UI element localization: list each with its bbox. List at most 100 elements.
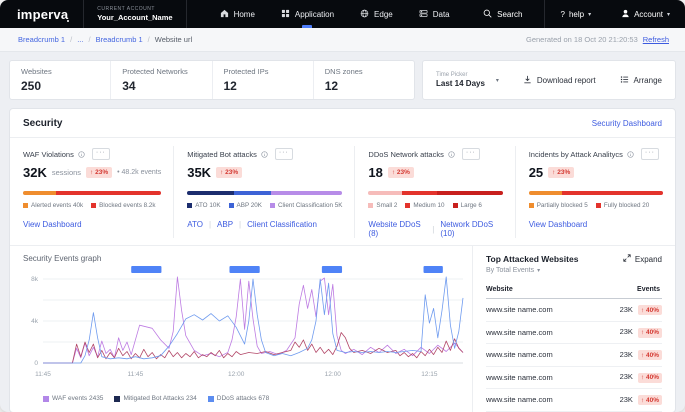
table-row: www.site name.com23K↑ 40%	[486, 344, 662, 367]
refresh-link[interactable]: Refresh	[643, 35, 669, 44]
legend-item: ATO 10K	[187, 202, 220, 209]
arrange-button[interactable]: Arrange	[620, 75, 662, 86]
website-cell: www.site name.com	[486, 389, 594, 412]
expand-button[interactable]: Expand	[623, 254, 662, 264]
stats-card: Websites 250 Protected Networks 34 Prote…	[9, 60, 415, 100]
table-row: www.site name.com23K↑ 40%	[486, 389, 662, 412]
info-icon[interactable]	[448, 151, 455, 158]
metric-title: Mitigated Bot attacks	[187, 150, 257, 159]
svg-text:12:00: 12:00	[325, 371, 342, 378]
security-header: Security Security Dashboard	[10, 109, 675, 138]
more-options-button[interactable]: ···	[275, 148, 293, 160]
more-options-button[interactable]: ···	[92, 148, 110, 160]
security-section: Security Security Dashboard WAF Violatio…	[9, 108, 676, 412]
sort-dropdown[interactable]: By Total Events ▾	[486, 267, 578, 274]
navbar-right: Search ? help ▾ Account ▾	[473, 0, 685, 28]
info-icon[interactable]	[627, 151, 634, 158]
time-picker[interactable]: Time Picker Last 14 Days ▾	[436, 72, 499, 89]
card-link[interactable]: Website DDoS (8)	[368, 220, 426, 238]
card-link[interactable]: View Dashboard	[529, 220, 588, 229]
top-attacked-websites-panel: Top Attacked Websites By Total Events ▾ …	[472, 246, 675, 412]
stacked-bar	[187, 191, 342, 195]
info-icon[interactable]	[78, 151, 85, 158]
main-content: Websites 250 Protected Networks 34 Prote…	[0, 52, 685, 412]
download-report-button[interactable]: Download report	[523, 75, 596, 86]
legend-swatch	[405, 203, 410, 208]
bar-legend: Small 2Medium 10Large 6	[368, 202, 502, 209]
expand-icon	[623, 254, 631, 264]
nav-item-application[interactable]: Application	[268, 0, 347, 28]
breadcrumb-link[interactable]: Breadcrumb 1	[96, 35, 143, 44]
metric-value: 25	[529, 165, 543, 180]
breadcrumb-collapsed[interactable]: ...	[77, 35, 83, 44]
card-link[interactable]: Network DDoS (10)	[440, 220, 502, 238]
stat-value: 34	[122, 79, 200, 93]
more-options-button[interactable]: ···	[641, 148, 659, 160]
sort-dropdown-value: By Total Events	[486, 267, 534, 274]
legend-swatch	[596, 203, 601, 208]
chart-legend-item[interactable]: DDoS attacks 678	[208, 395, 269, 402]
svg-text:4k: 4k	[31, 318, 39, 325]
chart-legend-item[interactable]: Mitigated Bot Attacks 234	[114, 395, 196, 402]
stat-label: Websites	[21, 67, 99, 76]
stat-label: Protected IPs	[224, 67, 302, 76]
svg-text:11:45: 11:45	[128, 371, 144, 378]
events-cell: 23K↑ 40%	[594, 366, 662, 389]
chart-legend-item[interactable]: WAF events 2435	[43, 395, 103, 402]
chart-annotation-bar[interactable]	[322, 266, 342, 273]
card-links: Website DDoS (8)|Network DDoS (10)	[368, 220, 502, 238]
legend-item: Partially blocked 5	[529, 202, 588, 209]
bar-segment	[562, 191, 663, 195]
card-link[interactable]: ATO	[187, 220, 203, 229]
bar-legend: ATO 10KABP 20KClient Classification 5K	[187, 202, 342, 209]
nav-item-edge[interactable]: Edge	[347, 0, 406, 28]
svg-text:11:45: 11:45	[35, 371, 51, 378]
search-button[interactable]: Search	[473, 0, 544, 28]
security-dashboard-link[interactable]: Security Dashboard	[592, 119, 662, 128]
current-account-selector[interactable]: CURRENT ACCOUNT Your_Account_Name	[83, 0, 186, 28]
legend-swatch	[187, 203, 192, 208]
svg-text:12:00: 12:00	[228, 371, 245, 378]
legend-item: Client Classification 5K	[270, 202, 342, 209]
generated-timestamp: Generated on 18 Oct 20 21:20:53	[526, 35, 638, 44]
nav-item-data[interactable]: Data	[406, 0, 463, 28]
legend-swatch	[208, 396, 214, 402]
legend-item: Medium 10	[405, 202, 444, 209]
legend-swatch	[43, 396, 49, 402]
metric-title: Incidents by Attack Analitycs	[529, 150, 623, 159]
metric-value: 18	[368, 165, 382, 180]
breadcrumb-link[interactable]: Breadcrumb 1	[18, 35, 65, 44]
top-attacked-table: Website Events www.site name.com23K↑ 40%…	[486, 283, 662, 412]
legend-swatch	[529, 203, 534, 208]
chart-legend: WAF events 2435 Mitigated Bot Attacks 234…	[23, 395, 468, 402]
stats-row: Websites 250 Protected Networks 34 Prote…	[9, 60, 676, 100]
chart-annotation-bar[interactable]	[424, 266, 443, 273]
imperva-logo[interactable]: imperva	[0, 0, 83, 28]
chart-annotation-bar[interactable]	[229, 266, 259, 273]
card-link[interactable]: ABP	[217, 220, 233, 229]
chart-line-series	[43, 333, 463, 364]
bar-segment	[56, 191, 161, 195]
legend-swatch	[23, 203, 28, 208]
search-label: Search	[497, 10, 522, 19]
more-options-button[interactable]: ···	[462, 148, 480, 160]
chart-annotation-bar[interactable]	[131, 266, 161, 273]
card-link[interactable]: View Dashboard	[23, 220, 82, 229]
nav-label: Application	[295, 10, 334, 19]
card-link[interactable]: Client Classification	[247, 220, 317, 229]
help-menu[interactable]: ? help ▾	[545, 0, 606, 28]
legend-item: Blocked events 8.2k	[91, 202, 155, 209]
legend-swatch	[229, 203, 234, 208]
account-menu[interactable]: Account ▾	[606, 0, 685, 28]
card-links: ATO|ABP|Client Classification	[187, 220, 342, 229]
info-icon[interactable]	[261, 151, 268, 158]
chart-line-series	[43, 277, 463, 363]
download-icon	[523, 75, 532, 86]
account-label: Account	[634, 10, 663, 19]
trend-badge: ↑ 23%	[216, 167, 242, 178]
nav-item-home[interactable]: Home	[207, 0, 268, 28]
legend-swatch	[114, 396, 120, 402]
home-icon	[220, 9, 229, 20]
table-row: www.site name.com23K↑ 40%	[486, 321, 662, 344]
table-row: www.site name.com23K↑ 40%	[486, 299, 662, 322]
